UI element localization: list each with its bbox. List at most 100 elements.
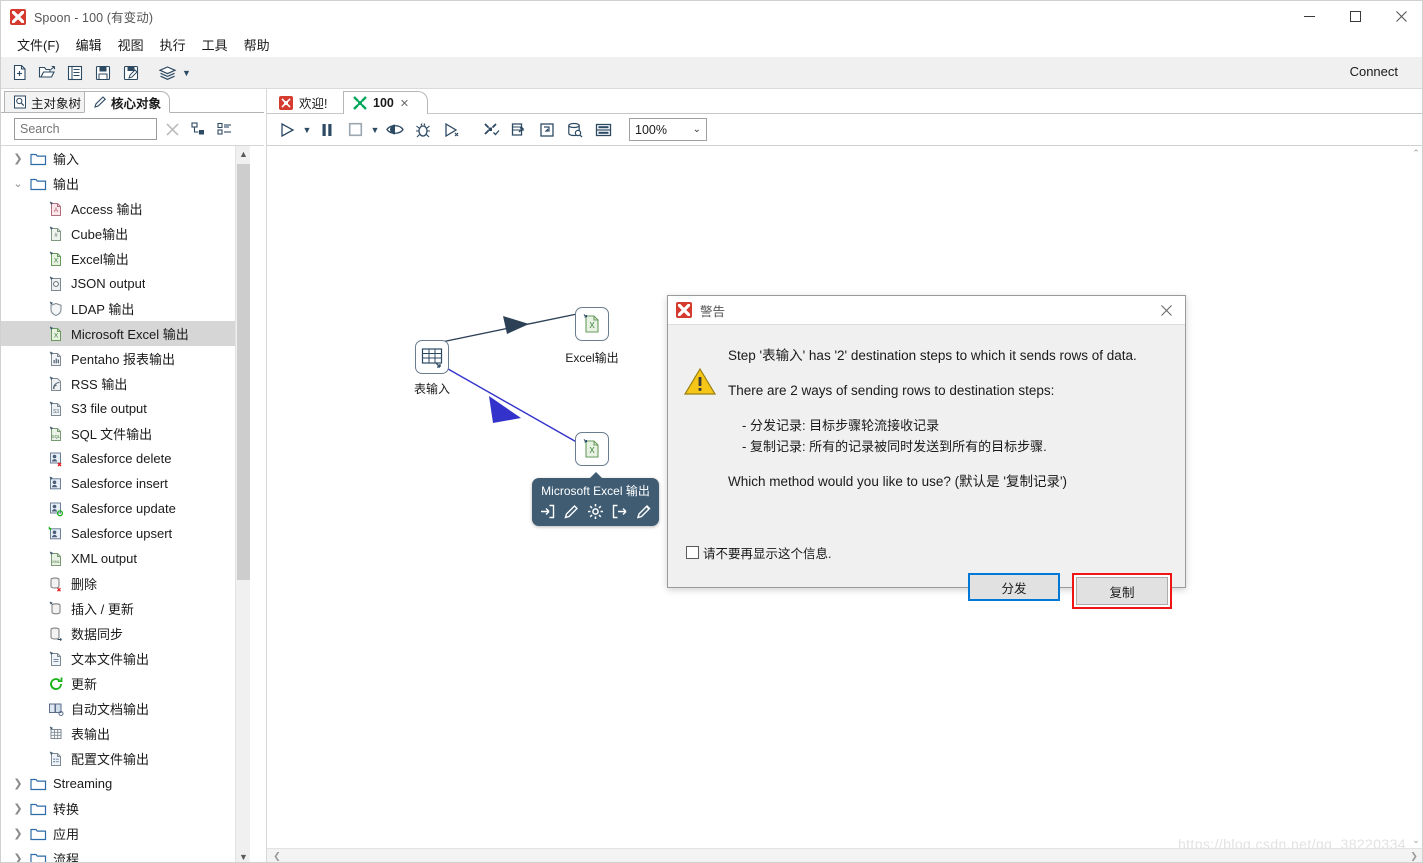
show-impact-icon[interactable] [507,117,531,143]
tree-item-rss[interactable]: RSS 输出 [1,371,247,396]
tree-item-salesforce-upsert[interactable]: Salesforce upsert [1,521,247,546]
canvas-scroll-up-arrow[interactable]: ⌃ [1408,146,1422,161]
chevron-right-icon[interactable]: ❯ [9,852,27,862]
scroll-up-arrow[interactable]: ▲ [236,146,251,162]
minimize-icon[interactable] [1286,1,1332,32]
preview-step-icon[interactable] [634,502,653,521]
tree-item-ldap[interactable]: LDAP 输出 [1,296,247,321]
clear-x-icon[interactable] [161,118,183,140]
new-file-icon[interactable] [6,60,32,86]
do-not-show-again-checkbox[interactable]: 请不要再显示这个信息. [686,543,831,562]
tree-item-salesforce-update[interactable]: Salesforce update [1,496,247,521]
scroll-thumb[interactable] [237,164,250,580]
preview-icon[interactable] [383,117,407,143]
tree-item-xml-output[interactable]: XML XML output [1,546,247,571]
checkbox-box[interactable] [686,546,699,559]
open-file-icon[interactable] [34,60,60,86]
canvas-scroll-right-arrow[interactable]: ❯ [1406,849,1422,862]
canvas-horizontal-scrollbar[interactable]: ❮ ❯ [267,848,1422,862]
canvas-scroll-left-arrow[interactable]: ❮ [269,849,285,862]
copy-button[interactable]: 复制 [1076,577,1168,605]
stop-icon[interactable] [343,117,367,143]
tree-item-[interactable]: 数据同步 [1,621,247,646]
tree-item-cube[interactable]: # Cube输出 [1,221,247,246]
tree-item-sql[interactable]: SQL SQL 文件输出 [1,421,247,446]
tree-item-streaming[interactable]: ❯ Streaming [1,771,247,796]
save-icon[interactable] [90,60,116,86]
maximize-icon[interactable] [1332,1,1378,32]
tree-item-access[interactable]: A Access 输出 [1,196,247,221]
tab-main-object-tree[interactable]: 主对象树 [4,91,91,113]
tree-item-microsoft-excel[interactable]: X Microsoft Excel 输出 [1,321,247,346]
zoom-level-select[interactable]: 100% ⌄ [629,118,707,141]
step-ms-excel-output[interactable]: X [575,432,609,466]
chevron-right-icon[interactable]: ❯ [9,152,27,165]
canvas-scroll-down-arrow[interactable]: ⌄ [1408,833,1422,848]
list-view-icon[interactable] [213,118,235,140]
tree-item-salesforce-delete[interactable]: Salesforce delete [1,446,247,471]
menu-run[interactable]: 执行 [152,33,194,56]
tree-item-[interactable]: ❯ 流程 [1,846,247,862]
chevron-right-icon[interactable]: ❯ [9,802,27,815]
core-objects-tree[interactable]: ❯ 输入 ⌄ 输出 A Access 输出 # Cube输出 X Excel输出 JSON outp… [1,145,264,862]
close-icon[interactable] [1378,1,1422,32]
stop-dropdown-caret[interactable]: ▼ [369,125,381,135]
run-dropdown-caret[interactable]: ▼ [301,125,313,135]
scroll-down-arrow[interactable]: ▼ [236,849,251,862]
tab-core-objects[interactable]: 核心对象 [84,91,171,113]
explorer-icon[interactable] [62,60,88,86]
tree-item-s3-file-output[interactable]: S3 S3 file output [1,396,247,421]
step-table-input[interactable] [415,340,449,374]
menu-tools[interactable]: 工具 [194,33,236,56]
menu-file[interactable]: 文件(F) [9,33,68,56]
connect-button[interactable]: Connect [1350,64,1398,79]
collapse-all-icon[interactable] [187,118,209,140]
menu-view[interactable]: 视图 [110,33,152,56]
sql-icon[interactable] [535,117,559,143]
menu-edit[interactable]: 编辑 [68,33,110,56]
tree-item-[interactable]: 自动文档输出 [1,696,247,721]
tab-transformation-100[interactable]: 100 ✕ [343,91,429,114]
tree-item-[interactable]: 更新 [1,671,247,696]
tree-item-[interactable]: ❯ 输入 [1,146,247,171]
tab-welcome[interactable]: 欢迎! [270,91,336,114]
layers-icon[interactable] [154,60,180,86]
menu-help[interactable]: 帮助 [236,33,278,56]
tree-item-[interactable]: 文本文件输出 [1,646,247,671]
transformation-settings-icon[interactable] [479,117,503,143]
tree-item-json-output[interactable]: JSON output [1,271,247,296]
edit-step-icon[interactable] [562,502,581,521]
grid-icon[interactable] [591,117,615,143]
chevron-down-icon[interactable]: ⌄ [9,177,27,190]
pause-icon[interactable] [315,117,339,143]
chevron-right-icon[interactable]: ❯ [9,777,27,790]
explore-db-icon[interactable] [563,117,587,143]
layers-dropdown-caret[interactable]: ▼ [182,68,191,78]
tree-item-salesforce-insert[interactable]: Salesforce insert [1,471,247,496]
tree-item-[interactable]: 配置文件输出 [1,746,247,771]
tree-item-[interactable]: 插入 / 更新 [1,596,247,621]
dialog-close-icon[interactable] [1151,299,1181,322]
tree-vertical-scrollbar[interactable]: ▲ ▼ [235,146,251,862]
distribute-button[interactable]: 分发 [968,573,1060,601]
chevron-right-icon[interactable]: ❯ [9,827,27,840]
tree-item-[interactable]: 删除 [1,571,247,596]
run-icon[interactable] [275,117,299,143]
step-output-icon[interactable] [610,502,629,521]
tree-item-[interactable]: ❯ 应用 [1,821,247,846]
step-context-menu[interactable]: Microsoft Excel 输出 [532,472,659,526]
step-excel-output[interactable]: X [575,307,609,341]
step-settings-icon[interactable] [586,502,605,521]
tree-item-[interactable]: ❯ 转换 [1,796,247,821]
save-as-icon[interactable] [118,60,144,86]
tree-item-excel[interactable]: X Excel输出 [1,246,247,271]
debug-icon[interactable] [411,117,435,143]
tree-item-[interactable]: ⌄ 输出 [1,171,247,196]
step-input-icon[interactable] [538,502,557,521]
search-input[interactable] [14,118,157,140]
tree-item-pentaho[interactable]: Pentaho 报表输出 [1,346,247,371]
tab-close-icon[interactable]: ✕ [400,97,409,110]
tree-item-[interactable]: 表输出 [1,721,247,746]
replay-icon[interactable] [439,117,463,143]
canvas-vertical-scrollbar[interactable]: ⌃ ⌄ [1408,146,1422,848]
